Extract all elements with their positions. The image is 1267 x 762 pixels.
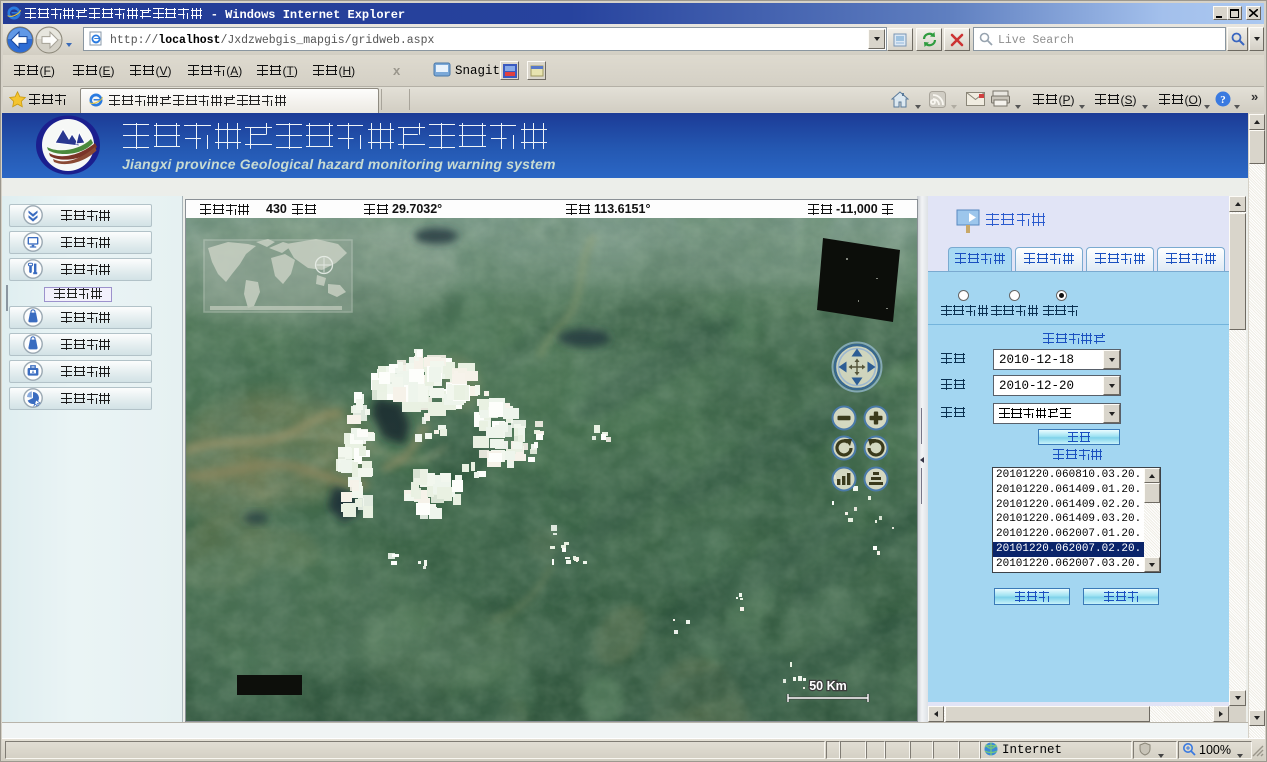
svg-text:50 Km: 50 Km [809,679,847,693]
svg-text:A: A [32,370,35,374]
svg-text:?: ? [1220,94,1226,106]
